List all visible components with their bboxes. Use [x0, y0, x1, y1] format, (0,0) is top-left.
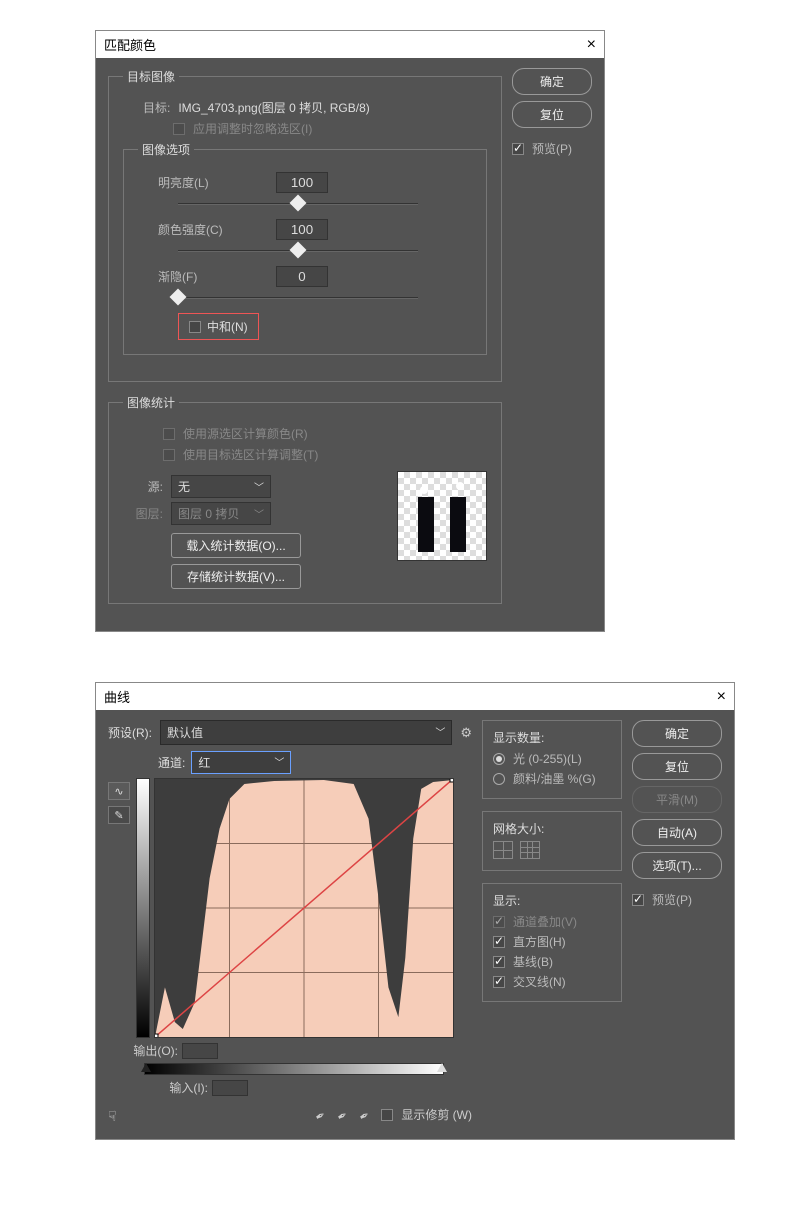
neutralize-checkbox[interactable]: [189, 321, 201, 333]
pencil-tool-button[interactable]: ✎: [108, 806, 130, 824]
show-group: 显示: 通道叠加(V) 直方图(H) 基线(B) 交叉线(N): [482, 883, 622, 1002]
smooth-button: 平滑(M): [632, 786, 722, 813]
luminance-label: 明亮度(L): [158, 174, 268, 191]
intersection-label: 交叉线(N): [513, 973, 566, 990]
dialog-title: 曲线: [104, 687, 130, 706]
show-legend: 显示:: [493, 892, 611, 909]
use-tgt-checkbox: [163, 449, 175, 461]
show-clipping-label: 显示修剪 (W): [401, 1106, 472, 1123]
pigment-radio[interactable]: [493, 773, 505, 785]
auto-button[interactable]: 自动(A): [632, 819, 722, 846]
save-stats-button[interactable]: 存储统计数据(V)...: [171, 564, 301, 589]
use-src-label: 使用源选区计算颜色(R): [183, 425, 308, 442]
output-input[interactable]: [182, 1043, 218, 1059]
preview-checkbox[interactable]: [632, 894, 644, 906]
ok-button[interactable]: 确定: [512, 68, 592, 95]
layer-label: 图层:: [123, 505, 163, 522]
preview-label: 预览(P): [652, 891, 692, 908]
stats-legend: 图像统计: [123, 394, 179, 411]
close-icon[interactable]: ×: [587, 36, 596, 54]
match-color-dialog: 匹配颜色 × 目标图像 目标: IMG_4703.png(图层 0 拷贝, RG…: [95, 30, 605, 632]
baseline-label: 基线(B): [513, 953, 553, 970]
stats-group: 图像统计 使用源选区计算颜色(R) 使用目标选区计算调整(T) 源: 无﹀ 图层:…: [108, 394, 502, 604]
histogram-label: 直方图(H): [513, 933, 566, 950]
chevron-down-icon: ﹀: [435, 724, 445, 741]
preview-checkbox[interactable]: [512, 143, 524, 155]
horizontal-gradient: [144, 1063, 444, 1075]
preview-thumbnail: [397, 471, 487, 561]
neutralize-label: 中和(N): [207, 318, 248, 335]
show-clipping-checkbox[interactable]: [381, 1109, 393, 1121]
input-input[interactable]: [212, 1080, 248, 1096]
color-intensity-input[interactable]: [276, 219, 328, 240]
curve-plot[interactable]: [154, 778, 454, 1038]
display-amount-group: 显示数量: 光 (0-255)(L) 颜料/油墨 %(G): [482, 720, 622, 799]
output-label: 输出(O):: [108, 1042, 178, 1059]
preset-label: 预设(R):: [108, 724, 152, 741]
curves-dialog: 曲线 × 预设(R): 默认值﹀ ⚙ 通道: 红﹀ ∿ ✎: [95, 682, 735, 1140]
channel-label: 通道:: [158, 754, 185, 771]
fade-slider[interactable]: [178, 291, 418, 305]
color-intensity-slider[interactable]: [178, 244, 418, 258]
intersection-checkbox[interactable]: [493, 976, 505, 988]
use-src-checkbox: [163, 428, 175, 440]
layer-select: 图层 0 拷贝﹀: [171, 502, 271, 525]
dialog-title: 匹配颜色: [104, 35, 156, 54]
hand-icon[interactable]: ☟: [108, 1108, 117, 1125]
gear-icon[interactable]: ⚙: [460, 725, 472, 741]
reset-button[interactable]: 复位: [512, 101, 592, 128]
title-bar: 匹配颜色 ×: [96, 31, 604, 58]
display-amount-legend: 显示数量:: [493, 729, 611, 746]
chevron-down-icon: ﹀: [254, 506, 264, 521]
highlight-box: 中和(N): [178, 313, 259, 340]
fade-input[interactable]: [276, 266, 328, 287]
source-select[interactable]: 无﹀: [171, 475, 271, 498]
target-label: 目标:: [143, 99, 170, 116]
grid-size-group: 网格大小:: [482, 811, 622, 871]
channel-overlay-checkbox: [493, 916, 505, 928]
eyedropper-white-icon[interactable]: ✒: [357, 1105, 376, 1124]
reset-button[interactable]: 复位: [632, 753, 722, 780]
grid-small-button[interactable]: [493, 841, 513, 859]
ok-button[interactable]: 确定: [632, 720, 722, 747]
histogram-checkbox[interactable]: [493, 936, 505, 948]
light-radio[interactable]: [493, 753, 505, 765]
chevron-down-icon: ﹀: [274, 754, 284, 771]
ignore-selection-checkbox: [173, 123, 185, 135]
light-label: 光 (0-255)(L): [513, 750, 582, 767]
channel-select[interactable]: 红﹀: [191, 751, 291, 774]
ignore-selection-label: 应用调整时忽略选区(I): [193, 120, 312, 137]
eyedropper-black-icon[interactable]: ✒: [313, 1105, 332, 1124]
image-options-legend: 图像选项: [138, 141, 194, 158]
channel-overlay-label: 通道叠加(V): [513, 913, 577, 930]
input-label: 输入(I):: [138, 1079, 208, 1096]
options-button[interactable]: 选项(T)...: [632, 852, 722, 879]
source-label: 源:: [123, 478, 163, 495]
luminance-slider[interactable]: [178, 197, 418, 211]
grid-big-button[interactable]: [520, 841, 540, 859]
target-value: IMG_4703.png(图层 0 拷贝, RGB/8): [178, 99, 369, 116]
use-tgt-label: 使用目标选区计算调整(T): [183, 446, 318, 463]
fade-label: 渐隐(F): [158, 268, 268, 285]
target-legend: 目标图像: [123, 68, 179, 85]
preview-label: 预览(P): [532, 140, 572, 157]
load-stats-button[interactable]: 载入统计数据(O)...: [171, 533, 301, 558]
image-options-group: 图像选项 明亮度(L) 颜色强度(C) 渐隐(F) 中和(N): [123, 141, 487, 355]
title-bar: 曲线 ×: [96, 683, 734, 710]
curve-tool-button[interactable]: ∿: [108, 782, 130, 800]
pigment-label: 颜料/油墨 %(G): [513, 770, 596, 787]
preset-select[interactable]: 默认值﹀: [160, 720, 452, 745]
color-intensity-label: 颜色强度(C): [158, 221, 268, 238]
grid-size-legend: 网格大小:: [493, 820, 611, 837]
close-icon[interactable]: ×: [717, 688, 726, 706]
baseline-checkbox[interactable]: [493, 956, 505, 968]
vertical-gradient: [136, 778, 150, 1038]
eyedropper-gray-icon[interactable]: ✒: [335, 1105, 354, 1124]
luminance-input[interactable]: [276, 172, 328, 193]
chevron-down-icon: ﹀: [254, 479, 264, 494]
target-group: 目标图像 目标: IMG_4703.png(图层 0 拷贝, RGB/8) 应用…: [108, 68, 502, 382]
